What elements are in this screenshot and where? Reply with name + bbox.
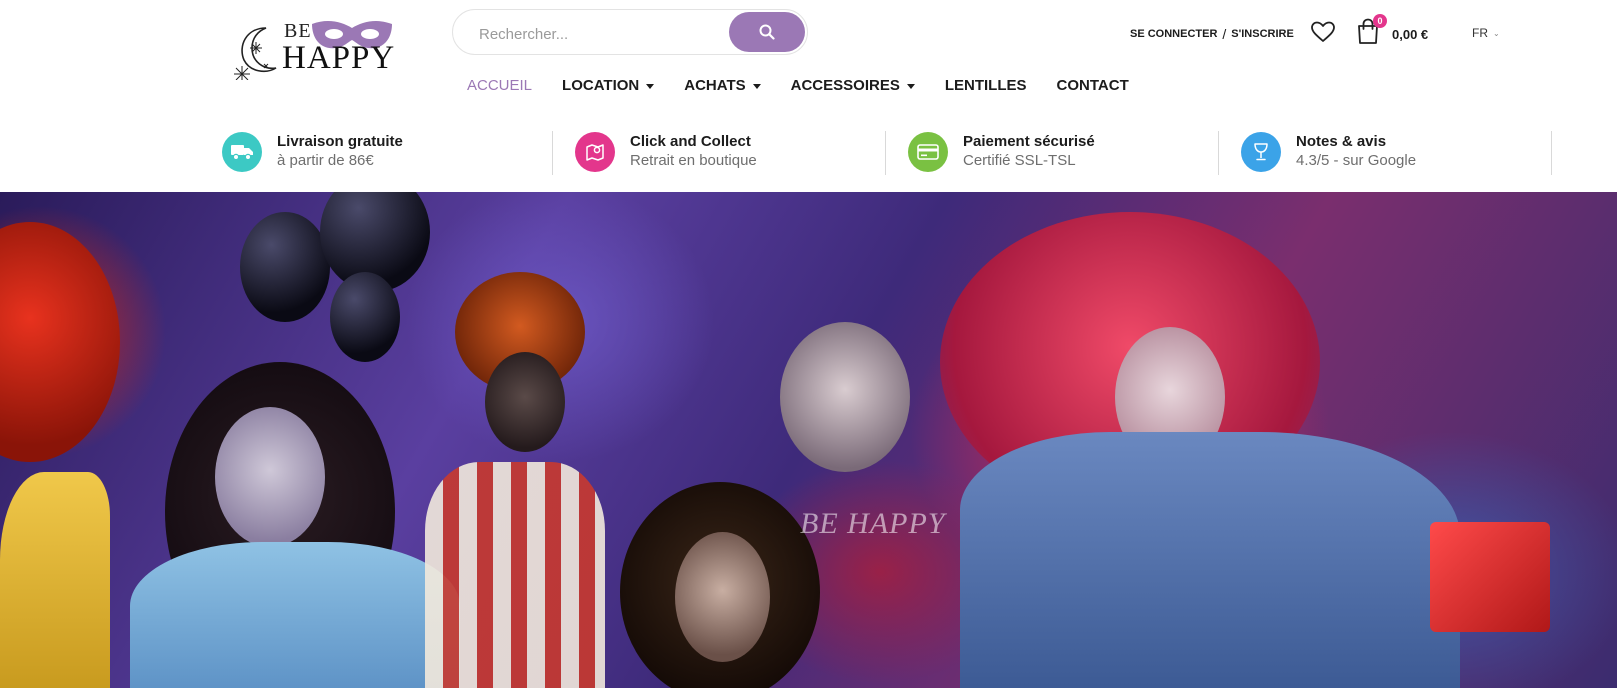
feature-subtitle: Retrait en boutique bbox=[630, 152, 757, 169]
feature-free-delivery: Livraison gratuite à partir de 86€ bbox=[220, 131, 553, 175]
feature-title: Click and Collect bbox=[630, 133, 751, 150]
feature-icon-circle bbox=[575, 132, 615, 172]
nav-item-accessoires[interactable]: ACCESSOIRES bbox=[791, 77, 915, 94]
trophy-icon bbox=[1254, 143, 1268, 161]
hero-red-wig bbox=[0, 222, 120, 462]
cart-count-badge: 0 bbox=[1373, 14, 1387, 28]
language-selector[interactable]: FR ⌄ bbox=[1472, 26, 1500, 40]
feature-secure-payment: Paiement sécurisé Certifié SSL-TSL bbox=[886, 131, 1219, 175]
account-separator: / bbox=[1222, 26, 1227, 42]
search-input[interactable] bbox=[477, 22, 721, 46]
logo-text-happy: HAPPY bbox=[282, 40, 396, 76]
main-nav: ACCUEIL LOCATION ACHATS ACCESSOIRES LENT… bbox=[467, 73, 1159, 97]
hero-balloon bbox=[240, 212, 330, 322]
caret-down-icon bbox=[646, 83, 655, 89]
cart-total[interactable]: 0,00 € bbox=[1392, 27, 1428, 42]
credit-card-icon bbox=[917, 144, 939, 160]
hero-red-gift bbox=[1430, 522, 1550, 632]
hero-face bbox=[485, 352, 565, 452]
nav-item-location[interactable]: LOCATION bbox=[562, 77, 655, 94]
caret-down-icon bbox=[906, 83, 915, 89]
site-logo[interactable]: BE HAPPY bbox=[230, 14, 400, 80]
hero-banner[interactable]: BE HAPPY bbox=[0, 192, 1617, 688]
feature-click-collect: Click and Collect Retrait en boutique bbox=[553, 131, 886, 175]
feature-reviews: Notes & avis 4.3/5 - sur Google bbox=[1219, 131, 1552, 175]
hero-blue-dress bbox=[130, 542, 460, 688]
hero-balloon bbox=[330, 272, 400, 362]
features-bar: Livraison gratuite à partir de 86€ Click… bbox=[220, 131, 1552, 175]
hero-face bbox=[215, 407, 325, 547]
feature-icon-circle bbox=[222, 132, 262, 172]
feature-subtitle: 4.3/5 - sur Google bbox=[1296, 152, 1417, 169]
feature-icon-circle bbox=[908, 132, 948, 172]
truck-icon bbox=[231, 145, 253, 161]
feature-title: Notes & avis bbox=[1296, 133, 1387, 150]
hero-face bbox=[675, 532, 770, 662]
nav-item-achats[interactable]: ACHATS bbox=[684, 77, 761, 94]
language-label: FR bbox=[1472, 26, 1488, 40]
map-pin-icon bbox=[586, 144, 604, 161]
nav-item-accueil[interactable]: ACCUEIL bbox=[467, 77, 532, 94]
feature-subtitle: Certifié SSL-TSL bbox=[963, 152, 1076, 169]
moon-stars-icon bbox=[234, 27, 277, 80]
feature-title: Livraison gratuite bbox=[277, 133, 403, 150]
wishlist-button[interactable] bbox=[1310, 19, 1336, 45]
search-bar bbox=[452, 9, 808, 55]
nav-item-contact[interactable]: CONTACT bbox=[1057, 77, 1129, 94]
feature-icon-circle bbox=[1241, 132, 1281, 172]
search-icon bbox=[759, 24, 775, 40]
feature-title: Paiement sécurisé bbox=[963, 133, 1095, 150]
heart-icon bbox=[1311, 21, 1335, 42]
chevron-down-icon: ⌄ bbox=[1493, 28, 1500, 38]
account-links: SE CONNECTER / S'INSCRIRE bbox=[1130, 26, 1294, 42]
login-link[interactable]: SE CONNECTER bbox=[1130, 28, 1217, 40]
hero-yellow-costume bbox=[0, 472, 110, 688]
search-button[interactable] bbox=[729, 12, 805, 52]
feature-subtitle: à partir de 86€ bbox=[277, 152, 374, 169]
caret-down-icon bbox=[752, 83, 761, 89]
hero-watermark: BE HAPPY bbox=[800, 507, 946, 540]
nav-item-lentilles[interactable]: LENTILLES bbox=[945, 77, 1027, 94]
hero-mask bbox=[780, 322, 910, 472]
hero-blue-shirt bbox=[960, 432, 1460, 688]
register-link[interactable]: S'INSCRIRE bbox=[1231, 28, 1294, 40]
hero-striped-costume bbox=[425, 462, 605, 688]
